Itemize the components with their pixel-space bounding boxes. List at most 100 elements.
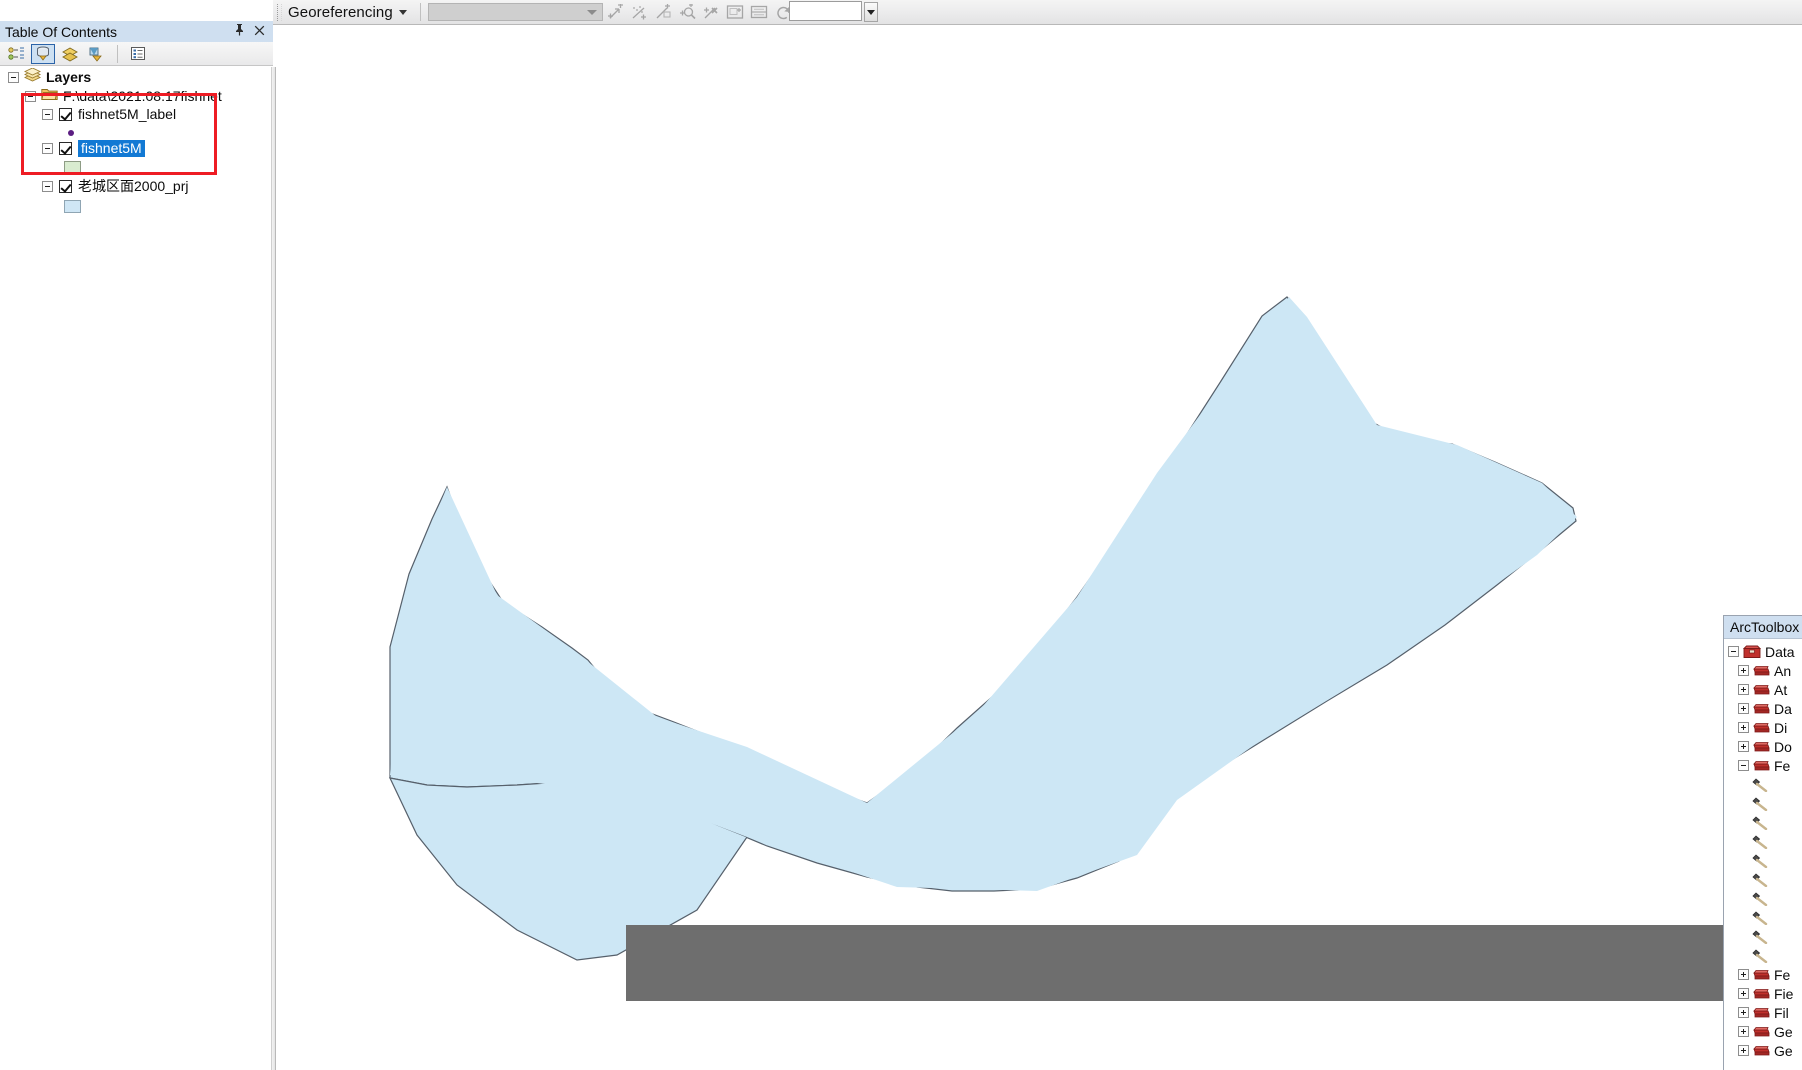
expander-plus-icon[interactable] bbox=[1738, 969, 1749, 980]
panel-splitter[interactable] bbox=[272, 67, 276, 1070]
delete-link-icon[interactable] bbox=[701, 2, 723, 22]
hammer-icon bbox=[1751, 834, 1768, 850]
toolbar-separator bbox=[419, 3, 421, 21]
view-link-table-icon[interactable] bbox=[653, 2, 675, 22]
expander-plus-icon[interactable] bbox=[1738, 741, 1749, 752]
toolbox-row-fe-expanded[interactable]: Fe bbox=[1724, 756, 1802, 775]
polygon-symbol-icon bbox=[64, 161, 81, 174]
table-of-contents-panel: Table Of Contents Layers F:\data\2021.08… bbox=[0, 0, 276, 1070]
toolbox-row-ge2[interactable]: Ge bbox=[1724, 1041, 1802, 1060]
close-icon[interactable] bbox=[254, 23, 265, 41]
toolbox-row-fie[interactable]: Fie bbox=[1724, 984, 1802, 1003]
toc-layer-fishnet5m-label[interactable]: fishnet5M_label bbox=[42, 105, 176, 124]
chevron-down-icon[interactable] bbox=[586, 9, 597, 15]
toolbox-row-do[interactable]: Do bbox=[1724, 737, 1802, 756]
toc-node-label: F:\data\2021.08.17fishnet bbox=[63, 88, 222, 104]
expander-plus-icon[interactable] bbox=[1738, 988, 1749, 999]
expander-minus-icon[interactable] bbox=[1738, 760, 1749, 771]
toc-title-bar: Table Of Contents bbox=[0, 21, 273, 42]
georeferencing-menu-label[interactable]: Georeferencing bbox=[288, 4, 393, 21]
toolbox-tool-row[interactable] bbox=[1724, 908, 1802, 927]
layer-visibility-checkbox[interactable] bbox=[59, 142, 72, 155]
auto-registration-icon[interactable] bbox=[629, 2, 651, 22]
expander-minus-icon[interactable] bbox=[25, 91, 36, 102]
expander-plus-icon[interactable] bbox=[1738, 1026, 1749, 1037]
toc-layer-fishnet5m[interactable]: fishnet5M bbox=[42, 139, 145, 158]
toolbox-row-ge1[interactable]: Ge bbox=[1724, 1022, 1802, 1041]
arctoolbox-title: ArcToolbox bbox=[1730, 619, 1800, 635]
add-control-points-icon[interactable] bbox=[605, 2, 627, 22]
hammer-icon bbox=[1751, 815, 1768, 831]
toc-toolbar bbox=[0, 42, 273, 66]
toc-node-workspace[interactable]: F:\data\2021.08.17fishnet bbox=[25, 87, 222, 106]
arctoolbox-tree[interactable]: Data An At Da Di Do Fe Fe Fie Fil Ge Ge bbox=[1724, 639, 1802, 1070]
toolbox-row-label: An bbox=[1774, 662, 1792, 679]
toolbar-overflow-button[interactable] bbox=[864, 2, 878, 22]
pin-icon[interactable] bbox=[234, 23, 245, 41]
chevron-down-icon[interactable] bbox=[398, 9, 407, 15]
list-by-drawing-order-button[interactable] bbox=[4, 44, 28, 64]
toolbox-tool-row[interactable] bbox=[1724, 946, 1802, 965]
toolbox-tool-row[interactable] bbox=[1724, 794, 1802, 813]
toolbox-icon bbox=[1742, 644, 1762, 659]
toolbox-row-da[interactable]: Da bbox=[1724, 699, 1802, 718]
rectify-icon[interactable] bbox=[749, 2, 771, 22]
toolbox-tool-row[interactable] bbox=[1724, 870, 1802, 889]
transformation-value-input[interactable] bbox=[789, 1, 862, 21]
list-by-selection-button[interactable] bbox=[85, 44, 109, 64]
toolbox-tool-row[interactable] bbox=[1724, 889, 1802, 908]
options-button[interactable] bbox=[126, 44, 150, 64]
expander-plus-icon[interactable] bbox=[1738, 684, 1749, 695]
toolbox-row-label: Data bbox=[1765, 643, 1795, 660]
expander-minus-icon[interactable] bbox=[1728, 646, 1739, 657]
expander-plus-icon[interactable] bbox=[1738, 722, 1749, 733]
toc-layer-label[interactable]: fishnet5M bbox=[78, 140, 145, 157]
toc-layer-oldcity[interactable]: 老城区面2000_prj bbox=[42, 177, 189, 196]
hammer-icon bbox=[1751, 777, 1768, 793]
toolbox-row-at[interactable]: At bbox=[1724, 680, 1802, 699]
hammer-icon bbox=[1751, 948, 1768, 964]
expander-minus-icon[interactable] bbox=[42, 143, 53, 154]
gray-rectangle-overlay bbox=[626, 925, 1802, 1001]
expander-minus-icon[interactable] bbox=[42, 109, 53, 120]
toolbox-row-an[interactable]: An bbox=[1724, 661, 1802, 680]
layer-visibility-checkbox[interactable] bbox=[59, 108, 72, 121]
toolbox-row-label: Fie bbox=[1774, 985, 1794, 1002]
georeferencing-layer-select[interactable] bbox=[427, 3, 603, 21]
arctoolbox-panel: ArcToolbox Data An At Da Di Do Fe Fe Fie… bbox=[1723, 615, 1802, 1070]
toc-node-layers[interactable]: Layers bbox=[8, 67, 91, 87]
toolbox-tool-row[interactable] bbox=[1724, 813, 1802, 832]
list-by-visibility-button[interactable] bbox=[58, 44, 82, 64]
toolbox-tool-row[interactable] bbox=[1724, 851, 1802, 870]
toolbox-row-fil[interactable]: Fil bbox=[1724, 1003, 1802, 1022]
list-by-source-button[interactable] bbox=[31, 43, 55, 64]
fit-to-display-icon[interactable] bbox=[725, 2, 747, 22]
toc-tree[interactable]: Layers F:\data\2021.08.17fishnet fishnet… bbox=[0, 67, 272, 1070]
expander-minus-icon[interactable] bbox=[42, 181, 53, 192]
zoom-link-icon[interactable] bbox=[677, 2, 699, 22]
map-view[interactable] bbox=[277, 25, 1802, 1070]
toolbox-tool-row[interactable] bbox=[1724, 775, 1802, 794]
expander-minus-icon[interactable] bbox=[8, 72, 19, 83]
expander-plus-icon[interactable] bbox=[1738, 665, 1749, 676]
toolbox-row-di[interactable]: Di bbox=[1724, 718, 1802, 737]
toolset-icon bbox=[1753, 968, 1770, 981]
hammer-icon bbox=[1751, 796, 1768, 812]
toolbox-row-fe[interactable]: Fe bbox=[1724, 965, 1802, 984]
toc-layer-label: 老城区面2000_prj bbox=[78, 178, 189, 194]
toolbox-row-label: Fil bbox=[1774, 1004, 1789, 1021]
toolbox-tool-row[interactable] bbox=[1724, 927, 1802, 946]
toolbox-tool-row[interactable] bbox=[1724, 832, 1802, 851]
expander-plus-icon[interactable] bbox=[1738, 1007, 1749, 1018]
layer-visibility-checkbox[interactable] bbox=[59, 180, 72, 193]
toc-symbol-row bbox=[64, 197, 81, 216]
toolbar-grip-handle[interactable] bbox=[277, 3, 282, 21]
toolbox-row-label: Di bbox=[1774, 719, 1788, 736]
toolset-icon bbox=[1753, 1006, 1770, 1019]
expander-plus-icon[interactable] bbox=[1738, 1045, 1749, 1056]
toc-toolbar-separator bbox=[117, 44, 118, 63]
map-canvas[interactable] bbox=[277, 25, 1802, 1070]
toolset-icon bbox=[1753, 740, 1770, 753]
expander-plus-icon[interactable] bbox=[1738, 703, 1749, 714]
toolbox-row-data[interactable]: Data bbox=[1724, 642, 1802, 661]
